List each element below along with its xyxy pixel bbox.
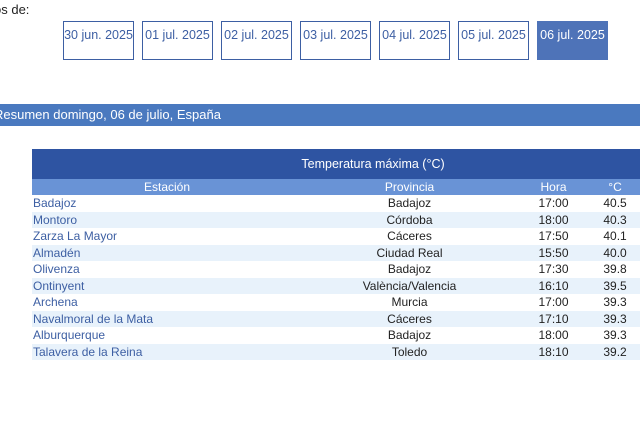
- date-tab-2025-07-04[interactable]: 04 jul. 2025: [379, 21, 450, 60]
- date-tab-2025-07-06-selected[interactable]: 06 jul. 2025: [537, 21, 608, 60]
- hour-cell: 17:00: [517, 195, 590, 212]
- date-tab-2025-07-02[interactable]: 02 jul. 2025: [221, 21, 292, 60]
- table-row: Montoro Córdoba 18:00 40.3: [32, 211, 640, 228]
- page: os de: 30 jun. 2025 01 jul. 2025 02 jul.…: [0, 0, 640, 426]
- province-cell: Murcia: [302, 294, 517, 311]
- summary-title: Resumen domingo, 06 de julio, España: [0, 107, 221, 122]
- table-row: Almadén Ciudad Real 15:50 40.0: [32, 244, 640, 261]
- province-cell: Badajoz: [302, 261, 517, 278]
- temp-cell: 39.3: [590, 294, 640, 311]
- date-tab-2025-07-05[interactable]: 05 jul. 2025: [458, 21, 529, 60]
- table-caption-row: Temperatura máxima (°C): [32, 149, 640, 179]
- date-tab-2025-07-03[interactable]: 03 jul. 2025: [300, 21, 371, 60]
- hour-cell: 17:00: [517, 294, 590, 311]
- station-link[interactable]: Badajoz: [32, 195, 302, 212]
- table-row: Badajoz Badajoz 17:00 40.5: [32, 195, 640, 212]
- province-cell: Badajoz: [302, 327, 517, 344]
- table-row: Archena Murcia 17:00 39.3: [32, 294, 640, 311]
- date-tab-2025-06-30[interactable]: 30 jun. 2025: [63, 21, 134, 60]
- max-temperature-table-container: Temperatura máxima (°C) Estación Provinc…: [32, 149, 640, 360]
- temp-cell: 40.5: [590, 195, 640, 212]
- table-row: Alburquerque Badajoz 18:00 39.3: [32, 327, 640, 344]
- hour-cell: 18:10: [517, 343, 590, 360]
- table-row: Ontinyent València/Valencia 16:10 39.5: [32, 277, 640, 294]
- station-link[interactable]: Olivenza: [32, 261, 302, 278]
- temp-cell: 40.0: [590, 244, 640, 261]
- table-row: Navalmoral de la Mata Cáceres 17:10 39.3: [32, 310, 640, 327]
- station-link[interactable]: Ontinyent: [32, 277, 302, 294]
- column-header-temp[interactable]: °C: [590, 179, 640, 195]
- station-link[interactable]: Almadén: [32, 244, 302, 261]
- station-link[interactable]: Archena: [32, 294, 302, 311]
- station-link[interactable]: Talavera de la Reina: [32, 343, 302, 360]
- hour-cell: 18:00: [517, 327, 590, 344]
- hour-cell: 17:30: [517, 261, 590, 278]
- hour-cell: 17:50: [517, 228, 590, 245]
- temp-cell: 39.3: [590, 327, 640, 344]
- temp-cell: 40.1: [590, 228, 640, 245]
- table-caption: Temperatura máxima (°C): [32, 149, 640, 179]
- max-temperature-table: Temperatura máxima (°C) Estación Provinc…: [32, 149, 640, 360]
- hour-cell: 18:00: [517, 211, 590, 228]
- hour-cell: 15:50: [517, 244, 590, 261]
- column-header-province[interactable]: Provincia: [302, 179, 517, 195]
- date-selector-label: os de:: [0, 2, 30, 17]
- summary-header-bar: Resumen domingo, 06 de julio, España: [0, 104, 640, 126]
- temp-cell: 39.2: [590, 343, 640, 360]
- province-cell: Cáceres: [302, 228, 517, 245]
- province-cell: Córdoba: [302, 211, 517, 228]
- station-link[interactable]: Zarza La Mayor: [32, 228, 302, 245]
- table-header-row: Estación Provincia Hora °C: [32, 179, 640, 195]
- station-link[interactable]: Alburquerque: [32, 327, 302, 344]
- province-cell: València/Valencia: [302, 277, 517, 294]
- temp-cell: 39.3: [590, 310, 640, 327]
- temp-cell: 39.8: [590, 261, 640, 278]
- province-cell: Cáceres: [302, 310, 517, 327]
- table-row: Zarza La Mayor Cáceres 17:50 40.1: [32, 228, 640, 245]
- temp-cell: 39.5: [590, 277, 640, 294]
- temp-cell: 40.3: [590, 211, 640, 228]
- station-link[interactable]: Navalmoral de la Mata: [32, 310, 302, 327]
- province-cell: Toledo: [302, 343, 517, 360]
- column-header-hour[interactable]: Hora: [517, 179, 590, 195]
- date-tabs: 30 jun. 2025 01 jul. 2025 02 jul. 2025 0…: [63, 21, 608, 60]
- province-cell: Ciudad Real: [302, 244, 517, 261]
- station-link[interactable]: Montoro: [32, 211, 302, 228]
- table-row: Talavera de la Reina Toledo 18:10 39.2: [32, 343, 640, 360]
- column-header-station[interactable]: Estación: [32, 179, 302, 195]
- date-tab-2025-07-01[interactable]: 01 jul. 2025: [142, 21, 213, 60]
- province-cell: Badajoz: [302, 195, 517, 212]
- table-row: Olivenza Badajoz 17:30 39.8: [32, 261, 640, 278]
- hour-cell: 16:10: [517, 277, 590, 294]
- hour-cell: 17:10: [517, 310, 590, 327]
